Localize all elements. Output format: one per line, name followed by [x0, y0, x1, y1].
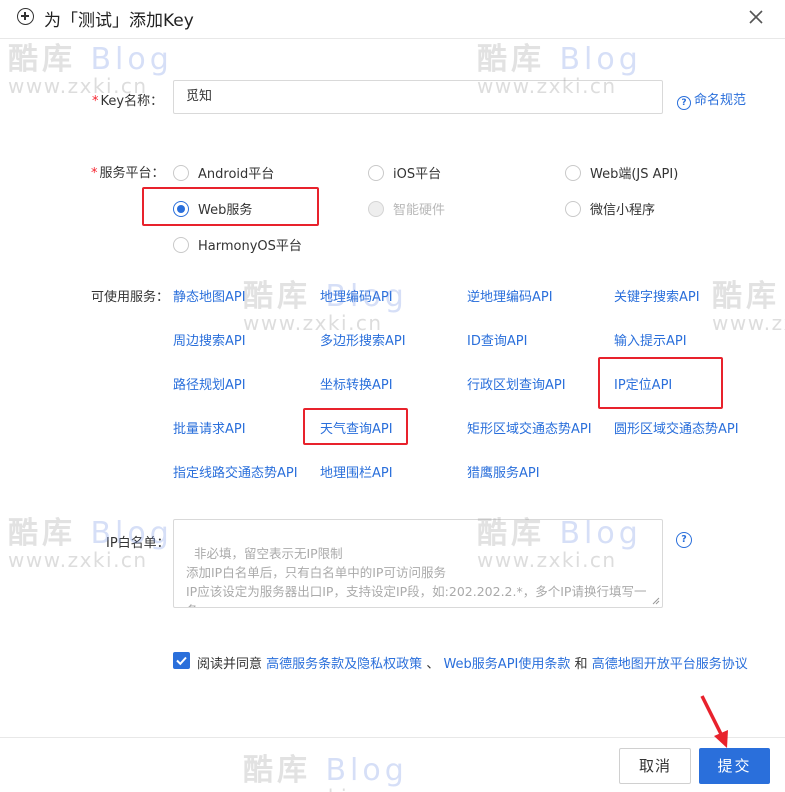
- service-rect-traffic-api[interactable]: 矩形区域交通态势API: [467, 418, 592, 437]
- pointer-arrow-icon: [700, 695, 728, 748]
- add-circle-icon: [17, 8, 34, 25]
- service-batch-request-api[interactable]: 批量请求API: [173, 418, 246, 437]
- radio-ios[interactable]: iOS平台: [368, 163, 441, 182]
- radio-smart-hardware: 智能硬件: [368, 199, 445, 218]
- service-id-query-api[interactable]: ID查询API: [467, 330, 527, 349]
- question-icon: ?: [677, 96, 691, 110]
- terms-link-platform-agreement[interactable]: 高德地图开放平台服务协议: [592, 657, 748, 672]
- radio-harmonyos[interactable]: HarmonyOS平台: [173, 235, 302, 254]
- service-district-query-api[interactable]: 行政区划查询API: [467, 374, 566, 393]
- service-input-tips-api[interactable]: 输入提示API: [614, 330, 687, 349]
- agreement-text: 阅读并同意 高德服务条款及隐私权政策 、 Web服务API使用条款 和 高德地图…: [197, 657, 748, 672]
- highlight-box-ip-location: [598, 357, 723, 409]
- radio-web-js-api[interactable]: Web端(JS API): [565, 163, 678, 182]
- footer-divider: [0, 737, 785, 738]
- service-geofence-api[interactable]: 地理围栏API: [320, 462, 393, 481]
- submit-button[interactable]: 提交: [699, 748, 770, 784]
- highlight-box-web-service: [142, 187, 319, 226]
- key-name-input[interactable]: 觅知: [173, 80, 663, 114]
- close-icon[interactable]: [746, 7, 766, 27]
- service-route-planning-api[interactable]: 路径规划API: [173, 374, 246, 393]
- ip-help-icon[interactable]: ?: [676, 532, 692, 548]
- terms-link-service-privacy[interactable]: 高德服务条款及隐私权政策: [266, 657, 422, 672]
- watermark: 酷库 Blog www.zxki.cn: [243, 753, 408, 792]
- service-keyword-search-api[interactable]: 关键字搜索API: [614, 286, 700, 305]
- key-name-label: * Key名称：: [92, 94, 164, 109]
- service-falcon-api[interactable]: 猎鹰服务API: [467, 462, 540, 481]
- service-polygon-search-api[interactable]: 多边形搜索API: [320, 330, 406, 349]
- radio-wechat-miniprogram[interactable]: 微信小程序: [565, 199, 655, 218]
- service-route-traffic-api[interactable]: 指定线路交通态势API: [173, 462, 298, 481]
- service-coordinate-convert-api[interactable]: 坐标转换API: [320, 374, 393, 393]
- agreement-checkbox[interactable]: [173, 652, 190, 669]
- service-reverse-geocoding-api[interactable]: 逆地理编码API: [467, 286, 553, 305]
- service-static-map-api[interactable]: 静态地图API: [173, 286, 246, 305]
- ip-whitelist-placeholder: 非必填，留空表示无IP限制 添加IP白名单后，只有白名单中的IP可访问服务 IP…: [186, 546, 647, 607]
- cancel-button[interactable]: 取消: [619, 748, 691, 784]
- ip-whitelist-label: IP白名单：: [106, 536, 170, 551]
- services-label: 可使用服务：: [91, 290, 170, 305]
- highlight-box-weather: [303, 408, 408, 445]
- terms-link-web-api[interactable]: Web服务API使用条款: [443, 657, 570, 672]
- platform-label: * 服务平台：: [91, 166, 165, 181]
- service-geocoding-api[interactable]: 地理编码API: [320, 286, 393, 305]
- service-around-search-api[interactable]: 周边搜索API: [173, 330, 246, 349]
- radio-android[interactable]: Android平台: [173, 163, 274, 182]
- ip-whitelist-textarea[interactable]: 非必填，留空表示无IP限制 添加IP白名单后，只有白名单中的IP可访问服务 IP…: [173, 519, 663, 608]
- resize-handle-icon[interactable]: [652, 597, 660, 605]
- dialog-title: 为「测试」添加Key: [44, 11, 194, 31]
- watermark: 酷库 Blog www.zxki.cn: [8, 42, 173, 98]
- watermark: 酷库 Blog www.zxki.cn: [712, 279, 785, 335]
- naming-rules-link[interactable]: ? 命名规范: [677, 89, 746, 110]
- check-icon: [176, 656, 187, 666]
- service-circle-traffic-api[interactable]: 圆形区域交通态势API: [614, 418, 739, 437]
